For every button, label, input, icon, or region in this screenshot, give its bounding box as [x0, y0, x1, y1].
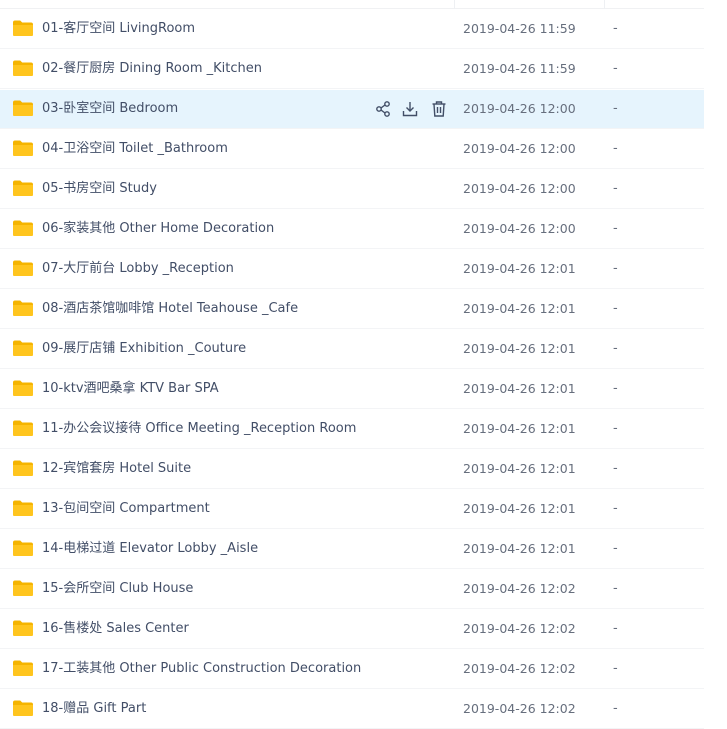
file-modified-date: 2019-04-26 12:00 [463, 221, 576, 236]
size-column-divider [604, 0, 605, 9]
folder-icon [12, 459, 34, 477]
file-list: 01-客厅空间 LivingRoom 2019-04-26 11:59 - 02… [0, 9, 727, 729]
file-size: - [613, 61, 618, 76]
file-modified-date: 2019-04-26 12:01 [463, 341, 576, 356]
file-row[interactable]: 08-酒店茶馆咖啡馆 Hotel Teahouse _Cafe 2019-04-… [0, 289, 727, 329]
folder-icon [12, 619, 34, 637]
file-name[interactable]: 12-宾馆套房 Hotel Suite [42, 449, 191, 489]
folder-icon [12, 539, 34, 557]
file-row[interactable]: 07-大厅前台 Lobby _Reception 2019-04-26 12:0… [0, 249, 727, 289]
file-size: - [613, 341, 618, 356]
file-row[interactable]: 02-餐厅厨房 Dining Room _Kitchen 2019-04-26 … [0, 49, 727, 89]
file-name[interactable]: 13-包间空间 Compartment [42, 489, 210, 529]
file-size: - [613, 381, 618, 396]
folder-icon [12, 219, 34, 237]
file-name[interactable]: 15-会所空间 Club House [42, 569, 193, 609]
file-name[interactable]: 11-办公会议接待 Office Meeting _Reception Room [42, 409, 356, 449]
file-modified-date: 2019-04-26 12:00 [463, 101, 576, 116]
file-size: - [613, 541, 618, 556]
file-size: - [613, 21, 618, 36]
folder-icon [12, 59, 34, 77]
file-name[interactable]: 09-展厅店铺 Exhibition _Couture [42, 329, 246, 369]
file-modified-date: 2019-04-26 12:02 [463, 661, 576, 676]
file-modified-date: 2019-04-26 12:02 [463, 621, 576, 636]
file-size: - [613, 261, 618, 276]
file-modified-date: 2019-04-26 12:00 [463, 181, 576, 196]
share-icon[interactable] [374, 100, 392, 118]
file-size: - [613, 421, 618, 436]
folder-icon [12, 19, 34, 37]
folder-icon [12, 579, 34, 597]
file-row[interactable]: 12-宾馆套房 Hotel Suite 2019-04-26 12:01 - [0, 449, 727, 489]
file-size: - [613, 581, 618, 596]
folder-icon [12, 499, 34, 517]
folder-icon [12, 139, 34, 157]
file-row[interactable]: 17-工装其他 Other Public Construction Decora… [0, 649, 727, 689]
file-row[interactable]: 10-ktv酒吧桑拿 KTV Bar SPA 2019-04-26 12:01 … [0, 369, 727, 409]
file-name[interactable]: 18-赠品 Gift Part [42, 689, 146, 729]
file-size: - [613, 661, 618, 676]
file-size: - [613, 221, 618, 236]
folder-icon [12, 259, 34, 277]
file-size: - [613, 181, 618, 196]
file-row[interactable]: 05-书房空间 Study 2019-04-26 12:00 - [0, 169, 727, 209]
file-modified-date: 2019-04-26 12:02 [463, 581, 576, 596]
file-name[interactable]: 08-酒店茶馆咖啡馆 Hotel Teahouse _Cafe [42, 289, 298, 329]
folder-icon [12, 99, 34, 117]
file-row[interactable]: 06-家装其他 Other Home Decoration 2019-04-26… [0, 209, 727, 249]
file-row[interactable]: 14-电梯过道 Elevator Lobby _Aisle 2019-04-26… [0, 529, 727, 569]
date-column-divider [454, 0, 455, 9]
folder-icon [12, 299, 34, 317]
file-size: - [613, 301, 618, 316]
file-row[interactable]: 11-办公会议接待 Office Meeting _Reception Room… [0, 409, 727, 449]
delete-icon[interactable] [430, 100, 448, 118]
file-modified-date: 2019-04-26 12:01 [463, 541, 576, 556]
download-icon[interactable] [401, 100, 419, 118]
folder-icon [12, 179, 34, 197]
folder-icon [12, 379, 34, 397]
file-row[interactable]: 09-展厅店铺 Exhibition _Couture 2019-04-26 1… [0, 329, 727, 369]
folder-icon [12, 419, 34, 437]
file-modified-date: 2019-04-26 12:01 [463, 261, 576, 276]
file-modified-date: 2019-04-26 11:59 [463, 21, 576, 36]
file-name[interactable]: 16-售楼处 Sales Center [42, 609, 189, 649]
file-name[interactable]: 10-ktv酒吧桑拿 KTV Bar SPA [42, 369, 219, 409]
file-modified-date: 2019-04-26 12:01 [463, 301, 576, 316]
file-name[interactable]: 01-客厅空间 LivingRoom [42, 9, 195, 49]
file-row[interactable]: 13-包间空间 Compartment 2019-04-26 12:01 - [0, 489, 727, 529]
file-name[interactable]: 14-电梯过道 Elevator Lobby _Aisle [42, 529, 258, 569]
file-modified-date: 2019-04-26 12:01 [463, 421, 576, 436]
file-modified-date: 2019-04-26 12:01 [463, 501, 576, 516]
file-size: - [613, 101, 618, 116]
file-size: - [613, 461, 618, 476]
file-size: - [613, 141, 618, 156]
file-row[interactable]: 15-会所空间 Club House 2019-04-26 12:02 - [0, 569, 727, 609]
file-modified-date: 2019-04-26 12:02 [463, 701, 576, 716]
folder-icon [12, 699, 34, 717]
file-name[interactable]: 05-书房空间 Study [42, 169, 157, 209]
file-modified-date: 2019-04-26 12:00 [463, 141, 576, 156]
file-name[interactable]: 06-家装其他 Other Home Decoration [42, 209, 274, 249]
file-size: - [613, 621, 618, 636]
folder-icon [12, 659, 34, 677]
file-modified-date: 2019-04-26 11:59 [463, 61, 576, 76]
file-name[interactable]: 17-工装其他 Other Public Construction Decora… [42, 649, 361, 689]
file-row[interactable]: 04-卫浴空间 Toilet _Bathroom 2019-04-26 12:0… [0, 129, 727, 169]
file-name[interactable]: 02-餐厅厨房 Dining Room _Kitchen [42, 49, 262, 89]
file-name[interactable]: 03-卧室空间 Bedroom [42, 89, 178, 129]
folder-icon [12, 339, 34, 357]
file-size: - [613, 701, 618, 716]
file-row[interactable]: 01-客厅空间 LivingRoom 2019-04-26 11:59 - [0, 9, 727, 49]
file-modified-date: 2019-04-26 12:01 [463, 461, 576, 476]
file-row-selected[interactable]: 03-卧室空间 Bedroom 2019-04-26 12:00 - [0, 89, 727, 129]
file-name[interactable]: 07-大厅前台 Lobby _Reception [42, 249, 234, 289]
file-row[interactable]: 18-赠品 Gift Part 2019-04-26 12:02 - [0, 689, 727, 729]
file-size: - [613, 501, 618, 516]
file-row[interactable]: 16-售楼处 Sales Center 2019-04-26 12:02 - [0, 609, 727, 649]
file-name[interactable]: 04-卫浴空间 Toilet _Bathroom [42, 129, 228, 169]
file-modified-date: 2019-04-26 12:01 [463, 381, 576, 396]
